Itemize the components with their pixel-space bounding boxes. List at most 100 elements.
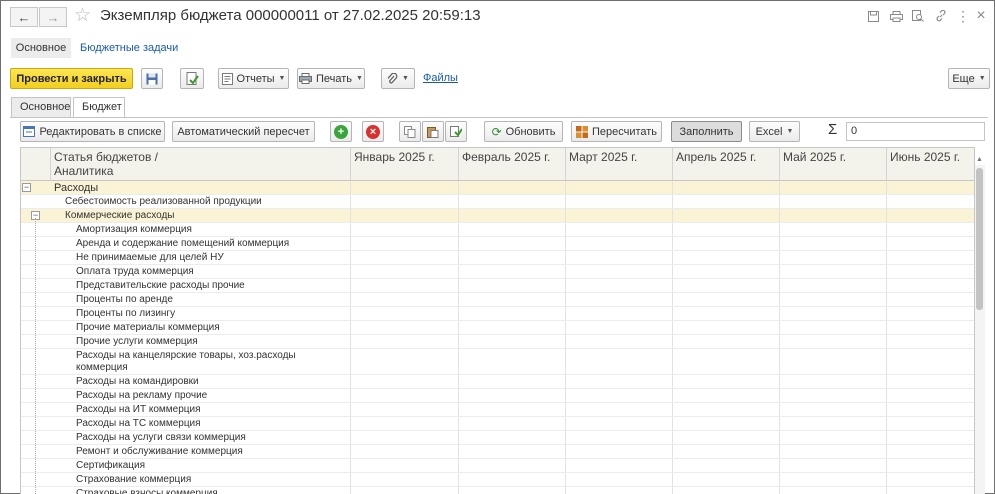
value-cell[interactable] — [887, 375, 974, 388]
value-cell[interactable] — [459, 375, 566, 388]
table-row[interactable]: Не принимаемые для целей НУ — [21, 251, 974, 265]
tab-budget[interactable]: Бюджет — [73, 97, 125, 118]
value-cell[interactable] — [673, 417, 780, 430]
value-cell[interactable] — [673, 321, 780, 334]
column-header[interactable]: Май 2025 г. — [780, 148, 887, 181]
value-cell[interactable] — [351, 307, 459, 320]
edit-in-list-button[interactable]: Редактировать в списке — [20, 121, 165, 142]
value-cell[interactable] — [351, 417, 459, 430]
value-cell[interactable] — [351, 265, 459, 278]
more-icon[interactable]: ⋮ — [956, 8, 970, 24]
value-cell[interactable] — [887, 181, 974, 194]
table-row[interactable]: Страховые взносы коммерция — [21, 487, 974, 494]
value-cell[interactable] — [887, 293, 974, 306]
value-cell[interactable] — [673, 293, 780, 306]
column-header[interactable]: Июнь 2025 г. — [887, 148, 974, 181]
value-cell[interactable] — [351, 487, 459, 494]
column-header[interactable]: Апрель 2025 г. — [673, 148, 780, 181]
value-cell[interactable] — [351, 237, 459, 250]
scrollbar-thumb[interactable] — [976, 168, 983, 310]
budget-grid[interactable]: Статья бюджетов / Аналитика Январь 2025 г… — [20, 147, 975, 494]
delete-row-button[interactable]: × — [362, 121, 384, 142]
value-cell[interactable] — [673, 375, 780, 388]
value-cell[interactable] — [459, 307, 566, 320]
star-icon[interactable]: ☆ — [74, 5, 91, 27]
table-row[interactable]: Страхование коммерция — [21, 473, 974, 487]
value-cell[interactable] — [780, 321, 887, 334]
sum-field[interactable]: 0 — [846, 122, 985, 141]
value-cell[interactable] — [780, 307, 887, 320]
table-row[interactable]: Расходы на ТС коммерция — [21, 417, 974, 431]
post-and-close-button[interactable]: Провести и закрыть — [10, 68, 133, 89]
value-cell[interactable] — [780, 487, 887, 494]
collapse-toggle-icon[interactable]: − — [22, 183, 31, 192]
paste-button[interactable] — [422, 121, 444, 142]
add-row-button[interactable]: + — [330, 121, 352, 142]
value-cell[interactable] — [459, 389, 566, 402]
value-cell[interactable] — [351, 181, 459, 194]
copy-button[interactable] — [399, 121, 421, 142]
value-cell[interactable] — [673, 335, 780, 348]
value-cell[interactable] — [673, 223, 780, 236]
value-cell[interactable] — [780, 389, 887, 402]
value-cell[interactable] — [351, 431, 459, 444]
value-cell[interactable] — [887, 445, 974, 458]
value-cell[interactable] — [566, 349, 673, 374]
attachment-button[interactable]: ▼ — [381, 68, 415, 89]
value-cell[interactable] — [673, 431, 780, 444]
value-cell[interactable] — [780, 335, 887, 348]
value-cell[interactable] — [887, 403, 974, 416]
value-cell[interactable] — [459, 403, 566, 416]
value-cell[interactable] — [566, 431, 673, 444]
value-cell[interactable] — [351, 459, 459, 472]
value-cell[interactable] — [887, 223, 974, 236]
value-cell[interactable] — [566, 209, 673, 222]
reports-button[interactable]: Отчеты ▼ — [218, 68, 289, 89]
value-cell[interactable] — [887, 321, 974, 334]
value-cell[interactable] — [887, 349, 974, 374]
tab-inner-main[interactable]: Основное — [11, 97, 71, 117]
value-cell[interactable] — [351, 375, 459, 388]
forward-button[interactable]: → — [39, 7, 67, 27]
fill-button[interactable]: Заполнить — [671, 121, 742, 142]
value-cell[interactable] — [459, 251, 566, 264]
value-cell[interactable] — [887, 417, 974, 430]
value-cell[interactable] — [566, 487, 673, 494]
table-row[interactable]: Прочие материалы коммерция — [21, 321, 974, 335]
value-cell[interactable] — [780, 265, 887, 278]
value-cell[interactable] — [459, 459, 566, 472]
value-cell[interactable] — [459, 293, 566, 306]
value-cell[interactable] — [673, 209, 780, 222]
value-cell[interactable] — [566, 375, 673, 388]
table-row[interactable]: Амортизация коммерция — [21, 223, 974, 237]
value-cell[interactable] — [887, 237, 974, 250]
preview-icon[interactable] — [911, 9, 925, 23]
value-cell[interactable] — [351, 349, 459, 374]
value-cell[interactable] — [673, 459, 780, 472]
auto-recalc-button[interactable]: Автоматический пересчет — [172, 121, 315, 142]
value-cell[interactable] — [351, 389, 459, 402]
value-cell[interactable] — [351, 321, 459, 334]
more-button[interactable]: Еще ▼ — [948, 68, 990, 89]
save-icon[interactable] — [866, 9, 880, 23]
column-header[interactable]: Январь 2025 г. — [351, 148, 459, 181]
value-cell[interactable] — [887, 473, 974, 486]
value-cell[interactable] — [780, 223, 887, 236]
recalculate-button[interactable]: Пересчитать — [571, 121, 662, 142]
value-cell[interactable] — [780, 445, 887, 458]
value-cell[interactable] — [459, 181, 566, 194]
table-row[interactable]: Проценты по лизингу — [21, 307, 974, 321]
value-cell[interactable] — [566, 389, 673, 402]
value-cell[interactable] — [780, 279, 887, 292]
close-icon[interactable]: × — [974, 7, 988, 24]
value-cell[interactable] — [566, 307, 673, 320]
table-row[interactable]: Расходы на ИТ коммерция — [21, 403, 974, 417]
column-header[interactable]: Статья бюджетов / Аналитика — [51, 148, 351, 181]
table-row[interactable]: Проценты по аренде — [21, 293, 974, 307]
value-cell[interactable] — [780, 459, 887, 472]
value-cell[interactable] — [566, 251, 673, 264]
value-cell[interactable] — [673, 195, 780, 208]
refresh-button[interactable]: ⟳ Обновить — [484, 121, 563, 142]
table-row[interactable]: Расходы на командировки — [21, 375, 974, 389]
value-cell[interactable] — [566, 403, 673, 416]
